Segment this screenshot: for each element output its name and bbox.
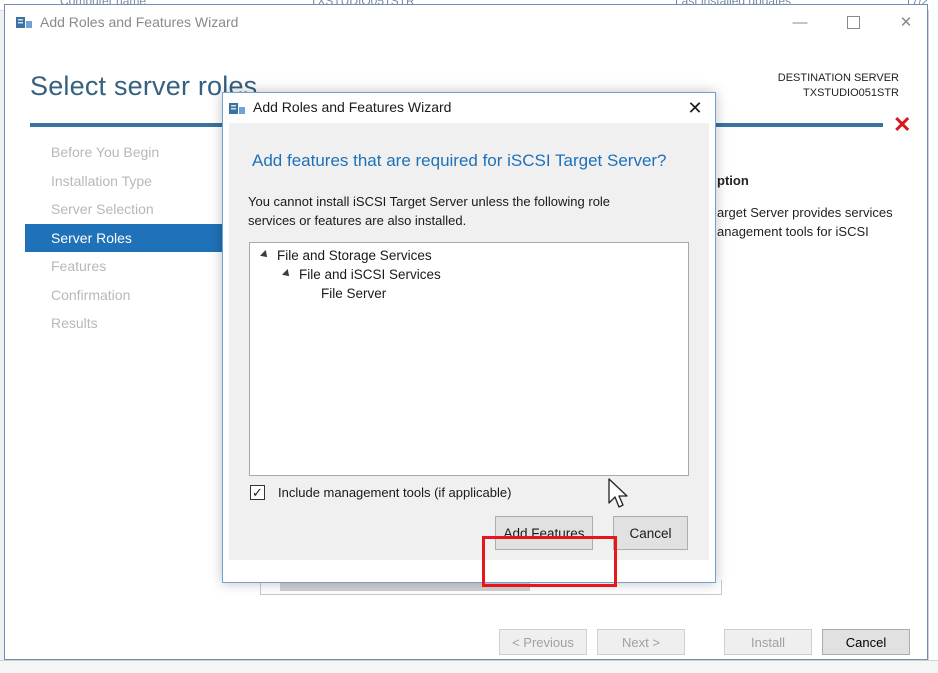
tree-item-label: File and iSCSI Services <box>299 267 441 282</box>
dialog-heading: Add features that are required for iSCSI… <box>252 151 667 170</box>
required-features-tree: File and Storage Services File and iSCSI… <box>249 242 689 476</box>
background-window-edge <box>928 10 938 672</box>
wizard-nav: Before You Begin Installation Type Serve… <box>25 138 225 338</box>
error-icon: ✕ <box>893 112 912 137</box>
minimize-button[interactable]: — <box>785 11 815 33</box>
destination-server: DESTINATION SERVER TXSTUDIO051STR <box>778 71 899 101</box>
wizard-titlebar: Add Roles and Features Wizard — ✕ <box>5 5 927 39</box>
tree-item-label: File and Storage Services <box>277 248 432 263</box>
header-divider-right <box>715 123 883 127</box>
nav-item-server-roles[interactable]: Server Roles <box>25 223 225 252</box>
checkmark-icon: ✓ <box>252 485 263 500</box>
expand-arrow-icon[interactable] <box>282 269 292 279</box>
nav-item-server-selection[interactable]: Server Selection <box>25 195 225 224</box>
tree-item[interactable]: File Server <box>321 286 386 301</box>
minimize-icon: — <box>792 13 808 31</box>
wizard-title: Add Roles and Features Wizard <box>40 14 239 30</box>
description-text: arget Server provides services anagement… <box>717 203 917 241</box>
dialog-body: Add features that are required for iSCSI… <box>229 123 709 587</box>
add-features-highlight <box>482 536 617 587</box>
install-button[interactable]: Install <box>724 629 812 655</box>
previous-button[interactable]: < Previous <box>499 629 587 655</box>
dialog-close-button[interactable]: ✕ <box>681 95 709 121</box>
dialog-message-line: services or features are also installed. <box>248 213 467 228</box>
tree-item[interactable]: File and Storage Services <box>260 248 432 263</box>
next-button[interactable]: Next > <box>597 629 685 655</box>
include-tools-label: Include management tools (if applicable) <box>278 485 512 500</box>
dialog-message: You cannot install iSCSI Target Server u… <box>248 192 678 230</box>
tree-item[interactable]: File and iSCSI Services <box>282 267 441 282</box>
close-icon: ✕ <box>899 14 913 31</box>
close-icon: ✕ <box>687 97 703 118</box>
destination-name: TXSTUDIO051STR <box>803 87 899 99</box>
nav-item-results[interactable]: Results <box>25 309 225 338</box>
description-heading: ption <box>717 173 749 188</box>
description-line: arget Server provides services <box>717 205 893 220</box>
server-manager-icon <box>229 103 245 114</box>
dialog-titlebar: Add Roles and Features Wizard ✕ <box>223 93 715 123</box>
dialog-cancel-button[interactable]: Cancel <box>613 516 688 550</box>
include-management-tools[interactable]: ✓ Include management tools (if applicabl… <box>250 485 511 500</box>
nav-item-before-you-begin[interactable]: Before You Begin <box>25 138 225 167</box>
nav-item-confirmation[interactable]: Confirmation <box>25 281 225 310</box>
close-button[interactable]: ✕ <box>891 11 921 33</box>
background-bottom-edge <box>0 660 938 673</box>
dialog-message-line: You cannot install iSCSI Target Server u… <box>248 194 611 209</box>
maximize-button[interactable] <box>838 11 868 33</box>
dialog-title: Add Roles and Features Wizard <box>253 99 452 115</box>
destination-label: DESTINATION SERVER <box>777 72 899 84</box>
expand-arrow-icon[interactable] <box>260 250 270 260</box>
tree-item-label: File Server <box>321 286 387 301</box>
cancel-button[interactable]: Cancel <box>822 629 910 655</box>
nav-item-installation-type[interactable]: Installation Type <box>25 167 225 196</box>
add-features-dialog: Add Roles and Features Wizard ✕ Add feat… <box>222 92 716 587</box>
include-tools-checkbox[interactable]: ✓ <box>250 485 265 500</box>
server-manager-icon <box>16 17 32 28</box>
mouse-cursor-icon <box>608 478 628 508</box>
nav-item-features[interactable]: Features <box>25 252 225 281</box>
description-line: anagement tools for iSCSI <box>717 224 869 239</box>
header-divider-left <box>30 123 230 127</box>
maximize-icon <box>846 15 860 29</box>
